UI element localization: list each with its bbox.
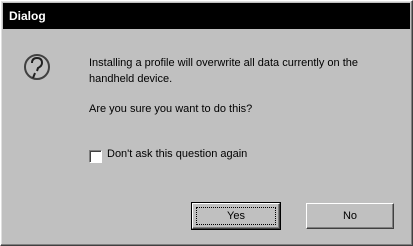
confirm-dialog: Dialog Installing a profile will overwri…	[0, 0, 413, 246]
confirm-question: Are you sure you want to do this?	[89, 103, 253, 115]
no-button[interactable]: No	[306, 203, 394, 229]
yes-button-label: Yes	[227, 210, 245, 222]
dont-ask-again-checkbox[interactable]	[89, 150, 102, 163]
title-bar[interactable]: Dialog	[3, 3, 410, 29]
dont-ask-again-label[interactable]: Don't ask this question again	[107, 148, 247, 160]
question-icon	[24, 54, 50, 80]
window-title: Dialog	[9, 9, 46, 23]
warning-message: Installing a profile will overwrite all …	[89, 57, 359, 85]
no-button-label: No	[342, 210, 358, 222]
yes-button[interactable]: Yes	[191, 202, 281, 230]
